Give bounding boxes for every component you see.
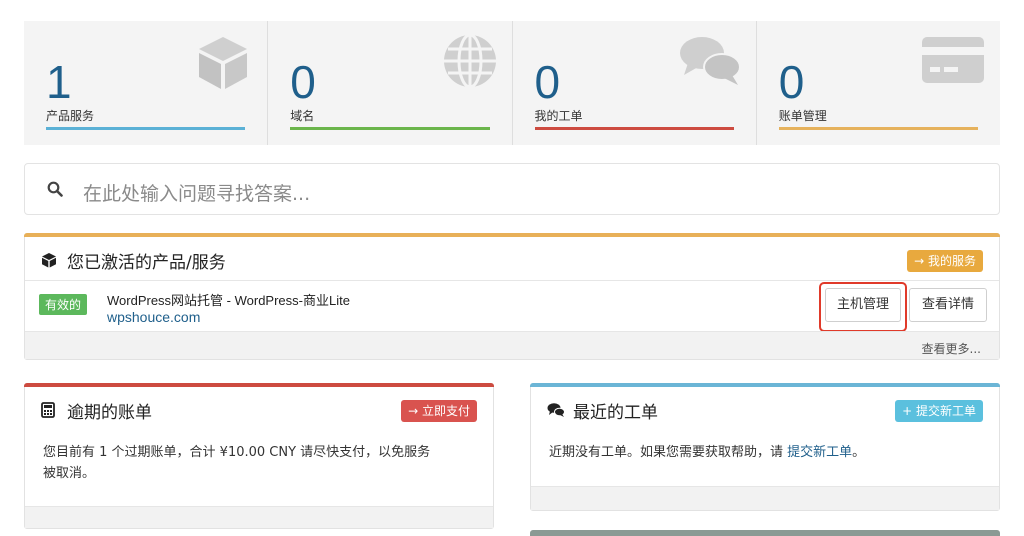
stat-underline xyxy=(46,127,246,130)
search-input[interactable]: 在此处输入问题寻找答案... xyxy=(83,179,310,206)
stat-label: 域名 xyxy=(290,109,315,123)
no-tickets-text: 近期没有工单。如果您需要获取帮助，请 xyxy=(549,445,788,460)
next-panel-accent xyxy=(530,530,1000,536)
panel-title: 逾期的账单 xyxy=(67,403,152,423)
my-services-button[interactable]: → 我的服务 xyxy=(907,250,983,272)
stat-underline xyxy=(534,127,734,130)
pay-now-button[interactable]: → 立即支付 xyxy=(401,400,477,422)
overdue-invoices-text: 您目前有 1 个过期账单，合计 ¥10.00 CNY 请尽快支付，以免服务 被取… xyxy=(43,442,430,484)
service-domain-link[interactable]: wpshouce.com xyxy=(107,309,200,325)
panel-header: 逾期的账单 → 立即支付 xyxy=(25,387,493,431)
recent-tickets-panel: 最近的工单 + 提交新工单 近期没有工单。如果您需要获取帮助，请 提交新工单。 xyxy=(530,383,1000,511)
active-services-panel: 您已激活的产品/服务 → 我的服务 有效的 WordPress网站托管 - Wo… xyxy=(24,233,1000,360)
panel-title: 最近的工单 xyxy=(573,403,658,423)
stat-label: 我的工单 xyxy=(534,109,583,123)
comments-icon xyxy=(678,33,742,93)
panel-title: 您已激活的产品/服务 xyxy=(67,253,226,273)
panel-footer xyxy=(531,486,999,510)
view-details-button[interactable]: 查看详情 xyxy=(909,288,987,322)
panel-header: 您已激活的产品/服务 → 我的服务 xyxy=(25,237,999,281)
panel-footer: 查看更多... xyxy=(25,331,999,359)
search-icon xyxy=(47,181,63,201)
panel-header: 最近的工单 + 提交新工单 xyxy=(531,387,999,431)
overdue-text-line: 被取消。 xyxy=(43,466,96,481)
stat-underline xyxy=(778,127,978,130)
stat-tile-services[interactable]: 1 产品服务 xyxy=(24,21,269,145)
stats-row: 1 产品服务 0 域名 0 我的工单 0 账单管理 xyxy=(24,21,1000,145)
globe-icon xyxy=(442,33,498,93)
stat-underline xyxy=(290,127,490,130)
stat-number: 0 xyxy=(290,56,316,108)
stat-tile-invoices[interactable]: 0 账单管理 xyxy=(757,21,1000,145)
host-manage-button[interactable]: 主机管理 xyxy=(825,288,901,322)
stat-label: 产品服务 xyxy=(46,109,95,123)
service-row[interactable]: 有效的 WordPress网站托管 - WordPress-商业Lite wps… xyxy=(25,282,999,334)
credit-card-icon xyxy=(920,33,986,89)
stat-tile-domains[interactable]: 0 域名 xyxy=(268,21,513,145)
open-ticket-link[interactable]: 提交新工单 xyxy=(787,445,852,460)
no-tickets-text-end: 。 xyxy=(852,445,866,460)
panel-footer xyxy=(25,506,493,528)
stat-number: 1 xyxy=(46,56,72,108)
overdue-invoices-panel: 逾期的账单 → 立即支付 您目前有 1 个过期账单，合计 ¥10.00 CNY … xyxy=(24,383,494,529)
calculator-icon xyxy=(41,402,55,422)
cube-icon xyxy=(41,252,57,272)
comments-icon xyxy=(547,402,565,422)
stat-tile-tickets[interactable]: 0 我的工单 xyxy=(513,21,757,145)
stat-number: 0 xyxy=(534,56,561,108)
status-badge: 有效的 xyxy=(39,294,88,315)
overdue-text-line: 您目前有 1 个过期账单，合计 ¥10.00 CNY 请尽快支付，以免服务 xyxy=(43,445,431,460)
knowledgebase-search[interactable]: 在此处输入问题寻找答案... xyxy=(24,163,1000,215)
stat-number: 0 xyxy=(778,56,805,108)
recent-tickets-text: 近期没有工单。如果您需要获取帮助，请 提交新工单。 xyxy=(549,442,865,463)
stat-label: 账单管理 xyxy=(778,109,827,123)
cube-icon xyxy=(193,33,253,97)
product-name[interactable]: WordPress网站托管 - WordPress-商业Lite xyxy=(107,290,350,309)
view-more-link[interactable]: 查看更多... xyxy=(922,340,981,357)
open-ticket-button[interactable]: + 提交新工单 xyxy=(895,400,983,422)
